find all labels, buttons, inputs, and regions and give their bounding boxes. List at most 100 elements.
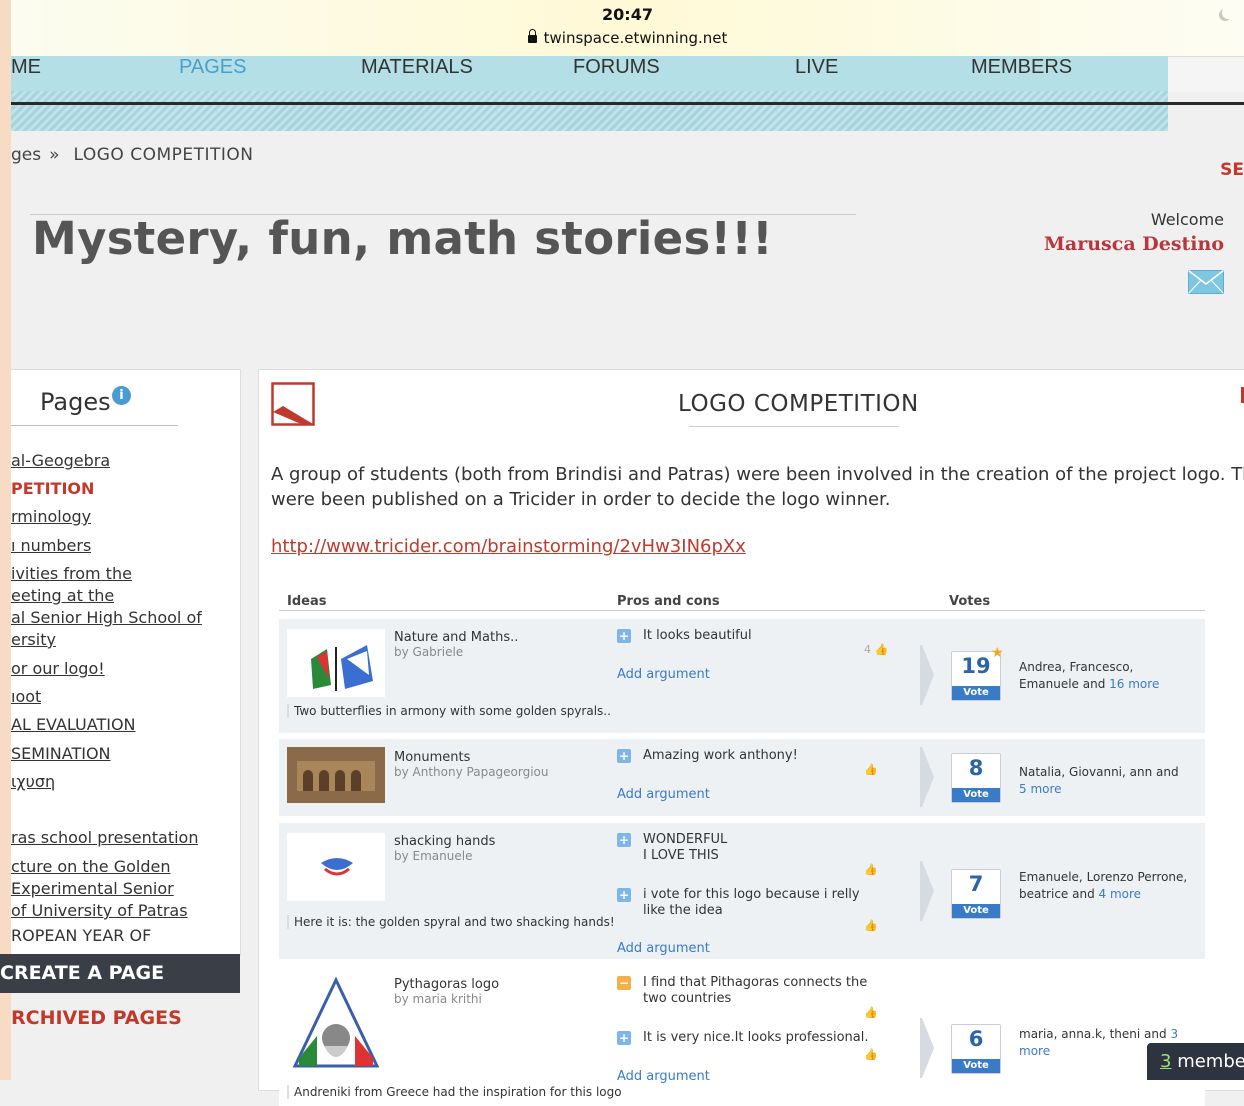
idea-row: Pythagoras logo by maria krithi − I find … <box>279 966 1205 1106</box>
nav-members[interactable]: MEMBERS <box>971 56 1072 78</box>
sidebar-item[interactable]: ROPEAN YEAR OF <box>11 925 151 947</box>
voters-more-link[interactable]: 5 more <box>1019 782 1062 796</box>
header-divider <box>11 102 1244 105</box>
info-icon[interactable]: i <box>112 386 131 405</box>
tricider-link[interactable]: http://www.tricider.com/brainstorming/2v… <box>271 536 746 557</box>
sidebar-item[interactable]: eeting at the <box>11 585 114 607</box>
sidebar-item-active[interactable]: PETITION <box>11 478 94 500</box>
idea-thumbnail[interactable] <box>287 833 385 901</box>
sidebar-item[interactable]: Experimental Senior <box>11 878 174 900</box>
vote-box[interactable]: 8 Vote <box>951 753 1001 803</box>
members-label: membe <box>1177 1051 1244 1072</box>
voters-list: Andrea, Francesco, Emanuele and 16 more <box>1019 659 1189 693</box>
voters-text: maria, anna.k, theni and <box>1019 1027 1167 1041</box>
vote-box[interactable]: 6 Vote <box>951 1024 1001 1074</box>
idea-author: by Anthony Papageorgiou <box>394 765 549 779</box>
add-argument-link[interactable]: Add argument <box>617 667 710 682</box>
user-name[interactable]: Marusca Destino <box>1044 233 1224 255</box>
idea-thumbnail[interactable] <box>287 976 385 1076</box>
url-text: twinspace.etwinning.net <box>543 29 728 47</box>
argument: + WONDERFUL I LOVE THIS <box>617 832 727 864</box>
nav-home[interactable]: ME <box>11 56 41 78</box>
nav-forums[interactable]: FORUMS <box>573 56 660 78</box>
breadcrumb-prev[interactable]: ges <box>11 145 41 165</box>
idea-title[interactable]: Monuments <box>394 750 470 765</box>
sidebar-item[interactable]: ιχυση <box>11 771 55 793</box>
create-page-button[interactable]: CREATE A PAGE <box>0 954 240 993</box>
url-bar[interactable]: twinspace.etwinning.net <box>11 29 1244 47</box>
status-time: 20:47 <box>602 5 653 24</box>
welcome-label: Welcome <box>1150 210 1224 229</box>
idea-row: Monuments by Anthony Papageorgiou + Amazi… <box>279 739 1205 816</box>
sidebar-item[interactable]: ersity <box>11 629 56 651</box>
argument-text: WONDERFUL I LOVE THIS <box>643 832 728 863</box>
header-ideas: Ideas <box>287 594 327 609</box>
vote-button[interactable]: Vote <box>952 1059 1000 1073</box>
like-count[interactable]: 👍 <box>864 763 878 776</box>
vote-box[interactable]: 7 Vote <box>951 869 1001 919</box>
sidebar-item[interactable]: cture on the Golden <box>11 856 171 878</box>
page-icon <box>271 382 315 426</box>
idea-row: Nature and Maths.. by Gabriele Two butte… <box>279 619 1205 733</box>
search-link-fragment[interactable]: SE <box>1220 160 1244 180</box>
add-argument-link[interactable]: Add argument <box>617 1069 710 1084</box>
like-count[interactable]: 👍 <box>864 1006 878 1019</box>
idea-author: by Emanuele <box>394 849 473 863</box>
sidebar-heading-rule <box>11 425 178 426</box>
sidebar-item[interactable]: ivities from the <box>11 563 132 585</box>
idea-thumbnail[interactable] <box>287 629 385 697</box>
chevron-right-icon <box>920 861 934 921</box>
idea-title[interactable]: Pythagoras logo <box>394 977 499 992</box>
idea-title[interactable]: Nature and Maths.. <box>394 630 518 645</box>
pro-icon: + <box>617 749 631 763</box>
vote-count: 8 <box>968 756 984 780</box>
voters-more-link[interactable]: 4 more <box>1099 887 1142 901</box>
idea-title[interactable]: shacking hands <box>394 834 495 849</box>
sidebar-item[interactable]: al Senior High School of <box>11 607 202 629</box>
online-members-button[interactable]: 3 membe <box>1147 1043 1244 1080</box>
argument: + It looks beautiful <box>617 628 872 644</box>
card-title-rule <box>689 426 899 427</box>
sidebar-item[interactable]: AL EVALUATION <box>11 714 136 736</box>
sidebar-item[interactable]: SEMINATION <box>11 743 111 765</box>
vote-button[interactable]: Vote <box>952 686 1000 700</box>
pro-icon: + <box>617 888 631 902</box>
mail-icon[interactable] <box>1188 270 1224 294</box>
archived-pages-link[interactable]: RCHIVED PAGES <box>11 1007 182 1029</box>
add-argument-link[interactable]: Add argument <box>617 941 710 956</box>
nav-live[interactable]: LIVE <box>795 56 838 78</box>
sidebar-item[interactable]: ras school presentation <box>11 827 198 849</box>
like-count[interactable]: 👍 <box>864 863 878 876</box>
sidebar-heading: Pages <box>40 388 111 416</box>
vote-button[interactable]: Vote <box>952 788 1000 802</box>
add-argument-link[interactable]: Add argument <box>617 787 710 802</box>
sidebar-item[interactable]: rminology <box>11 506 91 528</box>
moon-icon <box>1222 7 1234 19</box>
sidebar-item[interactable]: or our logo! <box>11 658 105 680</box>
sidebar-item[interactable]: ıoot <box>11 686 41 708</box>
argument-text: It is very nice.It looks professional. <box>643 1030 869 1045</box>
idea-row: shacking hands by Emanuele Here it is: t… <box>279 823 1205 959</box>
main-nav: ME PAGES MATERIALS FORUMS LIVE MEMBERS <box>11 56 1168 91</box>
nav-materials[interactable]: MATERIALS <box>361 56 473 78</box>
vote-count: 6 <box>968 1027 984 1051</box>
nav-pages[interactable]: PAGES <box>179 56 246 78</box>
like-count[interactable]: 4 👍 <box>864 643 888 656</box>
voters-more-link[interactable]: 16 more <box>1109 677 1159 691</box>
vote-button[interactable]: Vote <box>952 904 1000 918</box>
pro-icon: + <box>617 833 631 847</box>
header-hatch-band <box>11 91 1168 131</box>
sidebar-item[interactable]: al-Geogebra <box>11 450 110 472</box>
idea-thumbnail[interactable] <box>287 747 385 803</box>
sidebar-item[interactable]: of University of Patras <box>11 900 188 922</box>
breadcrumb-separator: » <box>49 145 60 165</box>
like-count[interactable]: 👍 <box>864 1048 878 1061</box>
argument: − I find that Pithagoras connects the two… <box>617 975 872 1007</box>
likes-number: 4 <box>864 643 871 656</box>
like-count[interactable]: 👍 <box>864 919 878 932</box>
sidebar-item[interactable]: ı numbers <box>11 535 91 557</box>
members-count: 3 <box>1160 1051 1172 1072</box>
argument: + Amazing work anthony! <box>617 748 872 764</box>
header-pros-cons: Pros and cons <box>617 594 720 609</box>
idea-description: Andreniki from Greece had the inspiratio… <box>287 1085 622 1099</box>
